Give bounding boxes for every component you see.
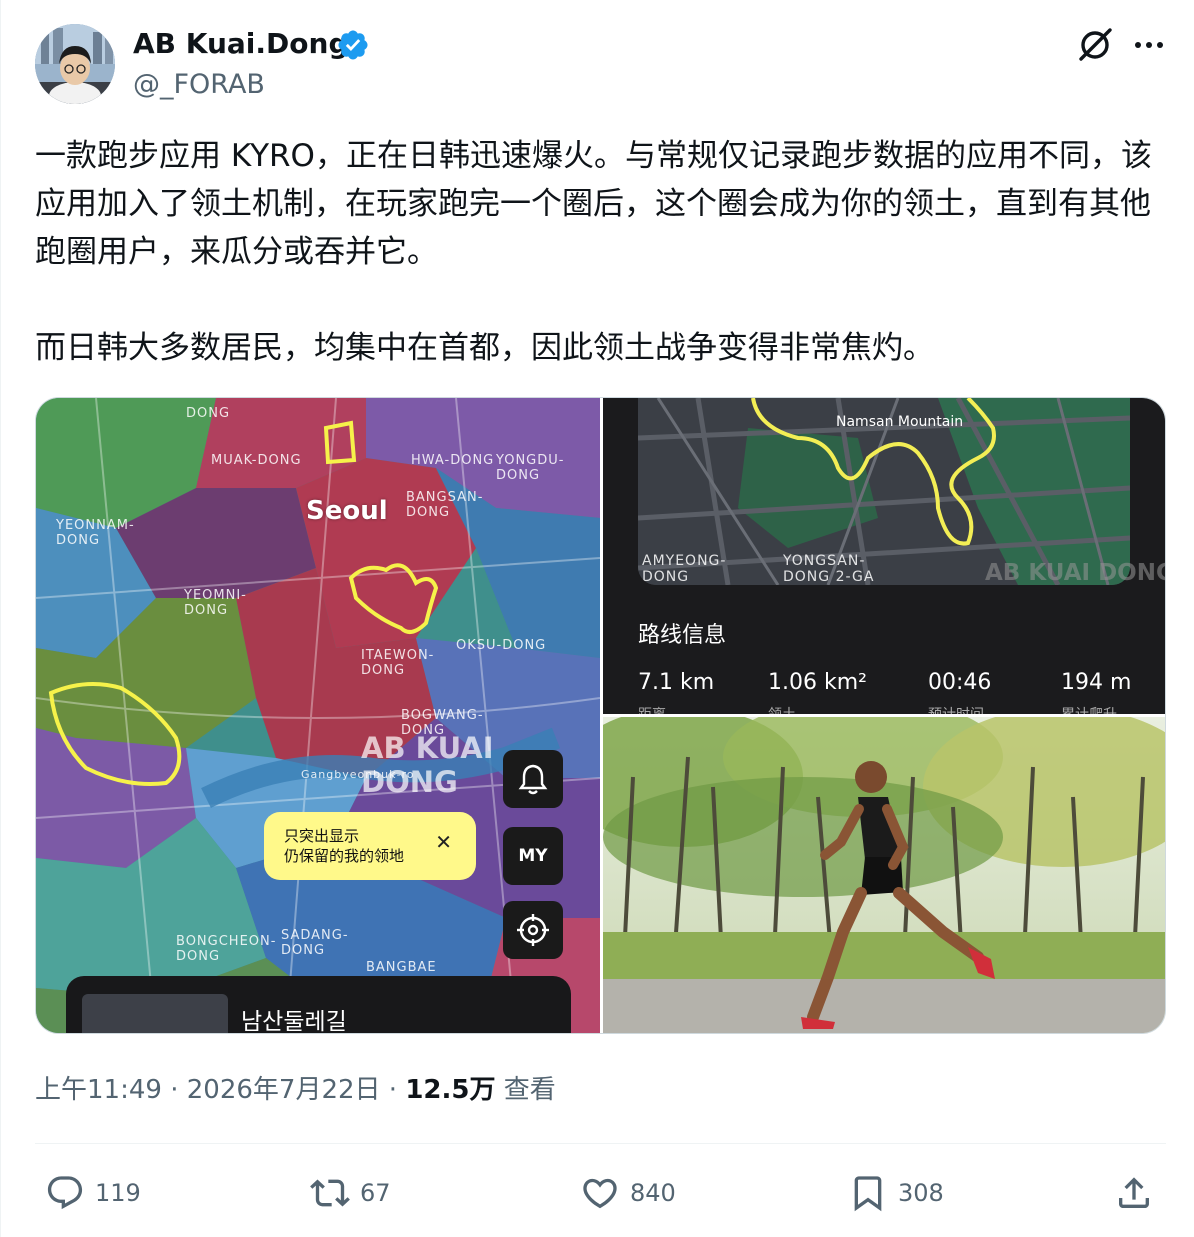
district-label: SADANG-DONG: [281, 928, 349, 958]
meta-separator: ·: [388, 1075, 398, 1105]
notifications-button[interactable]: [503, 750, 563, 808]
column-border: [0, 0, 1, 1237]
meta-separator: ·: [170, 1075, 179, 1105]
area-label: YONGSAN-DONG 2-GA: [783, 553, 875, 585]
tweet-paragraph: 而日韩大多数居民，均集中在首都，因此领土战争变得非常焦灼。: [35, 330, 934, 366]
stat-elevation-label: 累计爬升: [1061, 704, 1117, 714]
display-name[interactable]: AB Kuai.Dong: [133, 26, 348, 62]
district-label: ITAEWON-DONG: [361, 648, 435, 678]
share-icon: [1119, 1177, 1149, 1208]
bookmark-icon: [854, 1176, 882, 1212]
runner-photo[interactable]: [603, 717, 1165, 1033]
stat-distance-label: 距离: [638, 704, 666, 714]
route-thumbnail: [82, 994, 228, 1033]
watermark: AB KUAI DONG: [361, 731, 494, 799]
divider: [35, 1143, 1166, 1144]
route-name: 남산둘레길: [241, 1009, 347, 1034]
stat-distance-value: 7.1 km: [638, 670, 715, 695]
reply-button[interactable]: 119: [45, 1170, 141, 1216]
avatar[interactable]: [35, 24, 115, 104]
tweet-text: 一款跑步应用 KYRO，正在日韩迅速爆火。与常规仅记录跑步数据的应用不同，该应用…: [35, 132, 1165, 372]
timestamp-time[interactable]: 上午11:49: [35, 1075, 162, 1105]
retweet-icon: [310, 1179, 350, 1207]
stat-territory-label: 领土: [768, 704, 796, 714]
tweet-meta: 上午11:49 · 2026年7月22日 · 12.5万 查看: [35, 1072, 556, 1108]
handle[interactable]: @_FORAB: [133, 68, 265, 102]
watermark: AB KUAI DONG: [985, 560, 1166, 586]
views-count: 12.5万: [405, 1075, 496, 1105]
stat-time-label: 预计时间: [928, 704, 984, 714]
retweet-count: 67: [360, 1179, 391, 1207]
route-map: Namsan Mountain AMYEONG-DONG YONGSAN-DON…: [638, 398, 1130, 585]
media-grid: Seoul DONG MUAK-DONG HWA-DONG YONGDU-DON…: [35, 397, 1166, 1034]
district-label: OKSU-DONG: [456, 638, 547, 653]
crosshair-icon: [517, 914, 549, 946]
city-label: Seoul: [306, 496, 388, 526]
district-label: YEONNAM-DONG: [56, 518, 135, 548]
territory-tooltip: 只突出显示 仍保留的我的领地 ✕: [264, 812, 476, 880]
area-label: AMYEONG-DONG: [642, 553, 727, 585]
like-button[interactable]: 840: [580, 1170, 676, 1216]
stat-time-value: 00:46: [928, 670, 992, 695]
district-label: YONGDU-DONG: [496, 453, 565, 483]
runner-photo-image: [603, 717, 1165, 1033]
share-button[interactable]: [1114, 1170, 1154, 1216]
stat-elevation-value: 194 m: [1061, 670, 1132, 695]
tweet-paragraph: 一款跑步应用 KYRO，正在日韩迅速爆火。与常规仅记录跑步数据的应用不同，该应用…: [35, 138, 1152, 270]
reply-icon: [47, 1176, 83, 1210]
views-label: 查看: [503, 1075, 556, 1105]
verified-badge-icon[interactable]: [336, 28, 370, 62]
bell-icon: [518, 764, 548, 795]
timestamp-date[interactable]: 2026年7月22日: [187, 1075, 381, 1105]
landmark-label: Namsan Mountain: [836, 414, 964, 430]
grok-icon[interactable]: [1076, 26, 1114, 64]
district-label: BANGSAN-DONG: [406, 490, 484, 520]
district-label: BONGCHEON-DONG: [176, 934, 277, 964]
more-icon[interactable]: [1132, 30, 1166, 60]
my-territory-button[interactable]: MY: [503, 827, 563, 885]
bookmark-button[interactable]: 308: [848, 1170, 944, 1216]
bookmark-count: 308: [898, 1179, 944, 1207]
avatar-image: [35, 24, 115, 104]
route-info-title: 路线信息: [638, 623, 727, 648]
heart-icon: [583, 1178, 617, 1209]
like-count: 840: [630, 1179, 676, 1207]
district-label: BANGBAE: [366, 960, 437, 975]
map-screenshot[interactable]: Seoul DONG MUAK-DONG HWA-DONG YONGDU-DON…: [36, 398, 600, 1034]
district-label: HWA-DONG: [411, 453, 495, 468]
district-label: DONG: [186, 406, 231, 421]
district-label: YEOMNI-DONG: [184, 588, 247, 618]
locate-button[interactable]: [503, 901, 563, 959]
reply-count: 119: [95, 1179, 141, 1207]
retweet-button[interactable]: 67: [310, 1170, 391, 1216]
stat-territory-value: 1.06 km²: [768, 670, 867, 695]
tweet-detail: AB Kuai.Dong @_FORAB 一款跑步应用 KYRO，正在日韩迅速爆…: [0, 0, 1194, 1237]
close-icon[interactable]: ✕: [435, 832, 452, 852]
route-info-screenshot[interactable]: Namsan Mountain AMYEONG-DONG YONGSAN-DON…: [603, 398, 1166, 714]
district-label: MUAK-DONG: [211, 453, 302, 468]
